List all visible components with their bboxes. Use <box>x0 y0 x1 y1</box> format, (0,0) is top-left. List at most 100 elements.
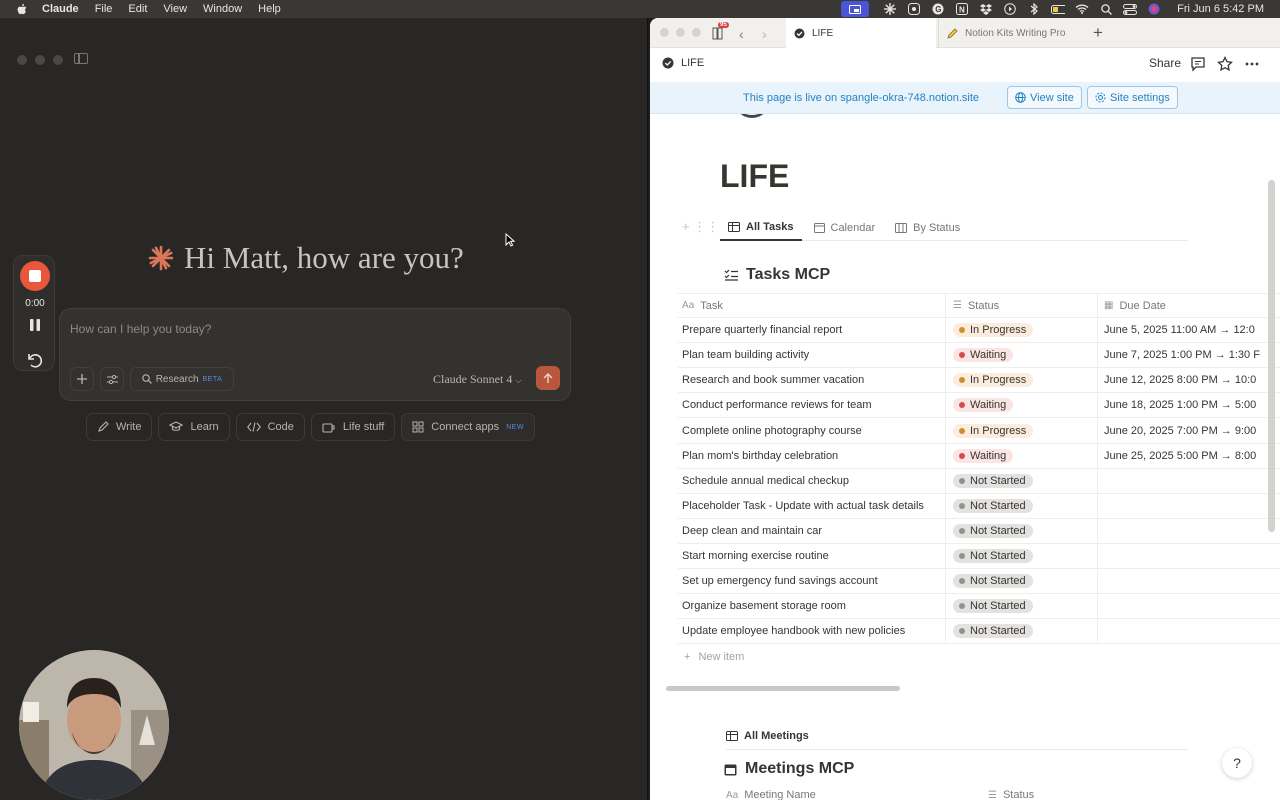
chat-input[interactable] <box>70 320 550 338</box>
view-site-button[interactable]: View site <box>1007 86 1082 109</box>
due-date-cell[interactable] <box>1098 469 1280 493</box>
database-title[interactable]: Tasks MCP <box>724 266 830 284</box>
col-task-header[interactable]: Aa Task <box>678 294 946 318</box>
task-name-cell[interactable]: Organize basement storage room <box>678 594 946 619</box>
table-row[interactable]: Placeholder Task - Update with actual ta… <box>678 493 1280 519</box>
task-name-cell[interactable]: Schedule annual medical checkup <box>678 468 946 493</box>
status-cell[interactable]: Not Started <box>946 468 1098 493</box>
menu-edit[interactable]: Edit <box>128 3 147 15</box>
table-row[interactable]: Plan mom's birthday celebration Waiting Ju… <box>678 443 1280 469</box>
due-date-cell[interactable] <box>1098 519 1280 543</box>
status-cell[interactable]: Not Started <box>946 569 1098 594</box>
task-name-cell[interactable]: Plan mom's birthday celebration <box>678 443 946 468</box>
battery-icon[interactable] <box>1051 2 1066 16</box>
table-row[interactable]: Prepare quarterly financial report In Pro… <box>678 318 1280 344</box>
due-date-cell[interactable] <box>1098 569 1280 593</box>
wifi-icon[interactable] <box>1075 2 1089 16</box>
send-button[interactable] <box>536 366 560 390</box>
bluetooth-icon[interactable] <box>1027 2 1041 16</box>
apple-icon[interactable] <box>14 2 28 16</box>
status-cell[interactable]: Waiting <box>946 393 1098 418</box>
more-options-icon[interactable] <box>1244 56 1260 72</box>
status-cell[interactable]: Waiting <box>946 443 1098 468</box>
status-cell[interactable]: In Progress <box>946 418 1098 443</box>
comment-icon[interactable] <box>1190 56 1206 72</box>
screen-record-icon[interactable] <box>841 1 870 17</box>
star-icon[interactable] <box>1217 56 1233 72</box>
help-button[interactable]: ? <box>1222 748 1252 778</box>
chip-learn[interactable]: Learn <box>158 413 230 441</box>
task-name-cell[interactable]: Conduct performance reviews for team <box>678 393 946 418</box>
model-selector[interactable]: Claude Sonnet 4 ⌵ <box>433 372 521 387</box>
menu-app-claude[interactable]: Claude <box>42 3 79 15</box>
view-calendar[interactable]: Calendar <box>806 214 884 241</box>
task-name-cell[interactable]: Deep clean and maintain car <box>678 518 946 543</box>
table-row[interactable]: Research and book summer vacation In Prog… <box>678 368 1280 394</box>
back-arrow-icon[interactable]: ‹ <box>739 26 744 42</box>
task-name-cell[interactable]: Update employee handbook with new polici… <box>678 619 946 644</box>
new-tab-button[interactable]: + <box>1093 23 1103 43</box>
menu-clock[interactable]: Fri Jun 6 5:42 PM <box>1177 3 1264 15</box>
col-due-header[interactable]: ▦ Due Date <box>1098 294 1280 317</box>
notion-icon[interactable]: N <box>955 2 969 16</box>
view-all-meetings[interactable]: All Meetings <box>726 730 1188 750</box>
app-square-icon[interactable] <box>907 2 921 16</box>
table-row[interactable]: Complete online photography course In Pro… <box>678 418 1280 444</box>
status-cell[interactable]: Not Started <box>946 518 1098 543</box>
meetings-database-title[interactable]: Meetings MCP <box>724 760 854 778</box>
site-settings-button[interactable]: Site settings <box>1087 86 1178 109</box>
horizontal-scrollbar[interactable] <box>666 686 900 691</box>
webcam-overlay[interactable] <box>19 650 169 800</box>
task-name-cell[interactable]: Research and book summer vacation <box>678 368 946 393</box>
table-row[interactable]: Plan team building activity Waiting June 7… <box>678 343 1280 369</box>
status-cell[interactable]: Not Started <box>946 594 1098 619</box>
stop-recording-button[interactable] <box>20 261 50 291</box>
control-center-icon[interactable] <box>1123 2 1138 16</box>
tools-button[interactable] <box>100 367 124 391</box>
menu-view[interactable]: View <box>163 3 187 15</box>
tab-notion-kits[interactable]: Notion Kits Writing Pro <box>938 18 1084 48</box>
page-icon[interactable] <box>734 114 770 118</box>
due-date-cell[interactable]: June 12, 2025 8:00 PM → 10:0 <box>1098 368 1280 392</box>
share-button[interactable]: Share <box>1149 56 1181 70</box>
status-cell[interactable]: In Progress <box>946 318 1098 343</box>
status-cell[interactable]: In Progress <box>946 368 1098 393</box>
status-cell[interactable]: Not Started <box>946 493 1098 518</box>
tab-life[interactable]: LIFE <box>786 18 936 48</box>
table-row[interactable]: Deep clean and maintain car Not Started <box>678 518 1280 544</box>
window-controls[interactable] <box>17 55 63 65</box>
menu-window[interactable]: Window <box>203 3 242 15</box>
task-name-cell[interactable]: Complete online photography course <box>678 418 946 443</box>
page-title[interactable]: LIFE <box>720 158 789 195</box>
chip-write[interactable]: Write <box>86 413 153 441</box>
due-date-cell[interactable]: June 20, 2025 7:00 PM → 9:00 <box>1098 418 1280 442</box>
due-date-cell[interactable] <box>1098 494 1280 518</box>
drag-handle-icon[interactable]: + ⋮⋮ <box>682 219 719 235</box>
search-icon[interactable] <box>1099 2 1113 16</box>
due-date-cell[interactable] <box>1098 594 1280 618</box>
col-meeting-status-header[interactable]: ☰ Status <box>988 789 1034 800</box>
books-icon[interactable] <box>712 26 728 40</box>
due-date-cell[interactable]: June 7, 2025 1:00 PM → 1:30 F <box>1098 343 1280 367</box>
status-cell[interactable]: Not Started <box>946 543 1098 569</box>
task-name-cell[interactable]: Start morning exercise routine <box>678 543 946 569</box>
table-row[interactable]: Set up emergency fund savings account Not… <box>678 569 1280 595</box>
research-toggle[interactable]: Research BETA <box>130 367 234 391</box>
status-cell[interactable]: Waiting <box>946 343 1098 368</box>
due-date-cell[interactable]: June 18, 2025 1:00 PM → 5:00 <box>1098 393 1280 417</box>
add-attachment-button[interactable] <box>70 367 94 391</box>
menu-file[interactable]: File <box>95 3 113 15</box>
claude-star-icon[interactable] <box>883 2 897 16</box>
due-date-cell[interactable] <box>1098 619 1280 643</box>
due-date-cell[interactable] <box>1098 544 1280 568</box>
due-date-cell[interactable]: June 5, 2025 11:00 AM → 12:0 <box>1098 318 1280 342</box>
task-name-cell[interactable]: Set up emergency fund savings account <box>678 569 946 594</box>
view-all-tasks[interactable]: All Tasks <box>720 214 802 241</box>
chip-life-stuff[interactable]: Life stuff <box>310 413 396 441</box>
task-name-cell[interactable]: Placeholder Task - Update with actual ta… <box>678 493 946 518</box>
play-circle-icon[interactable] <box>1003 2 1017 16</box>
restart-icon[interactable] <box>26 352 44 370</box>
col-meeting-name-header[interactable]: Aa Meeting Name <box>726 789 988 800</box>
task-name-cell[interactable]: Prepare quarterly financial report <box>678 318 946 343</box>
table-row[interactable]: Update employee handbook with new polici… <box>678 619 1280 645</box>
